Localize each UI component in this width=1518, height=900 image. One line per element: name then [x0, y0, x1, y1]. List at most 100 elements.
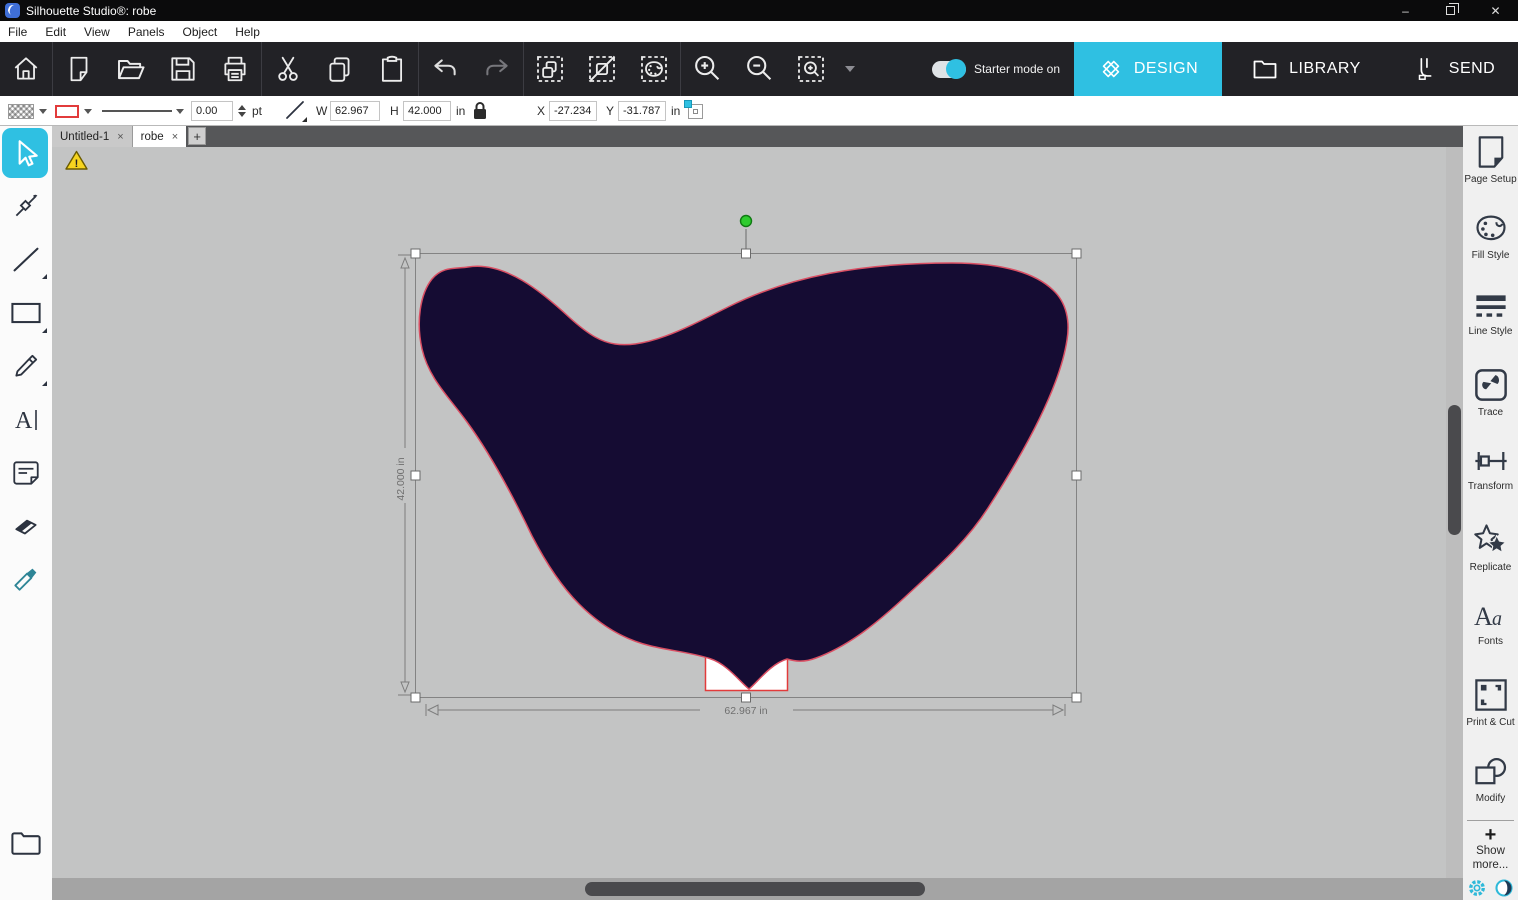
- tab-send-label: SEND: [1449, 60, 1495, 78]
- stroke-width-input[interactable]: [191, 101, 233, 121]
- handle-bottom-right[interactable]: [1072, 693, 1081, 702]
- home-button[interactable]: [0, 42, 52, 96]
- zoom-selection-button[interactable]: [785, 42, 837, 96]
- fill-dropdown-arrow-icon[interactable]: [39, 109, 47, 114]
- height-input[interactable]: [403, 101, 451, 121]
- handle-bottom-center[interactable]: [742, 693, 751, 702]
- line-style-icon: [1473, 290, 1509, 322]
- open-button[interactable]: [105, 42, 157, 96]
- panel-replicate[interactable]: Replicate: [1463, 522, 1518, 573]
- width-input[interactable]: [330, 101, 380, 121]
- panel-line-style[interactable]: Line Style: [1463, 290, 1518, 337]
- line-color-swatch[interactable]: [55, 105, 79, 118]
- menu-view[interactable]: View: [75, 21, 119, 42]
- tab-send[interactable]: SEND: [1390, 42, 1518, 96]
- restore-button[interactable]: [1428, 0, 1473, 21]
- anchor-point-widget[interactable]: [688, 104, 703, 119]
- fill-swatch[interactable]: [8, 104, 34, 119]
- menu-help[interactable]: Help: [226, 21, 269, 42]
- add-tab-button[interactable]: +: [188, 127, 206, 145]
- rectangle-tool-button[interactable]: [4, 291, 48, 335]
- modify-icon: [1472, 755, 1510, 789]
- vertical-scrollbar-thumb[interactable]: [1448, 405, 1461, 535]
- panel-fonts[interactable]: Aa Fonts: [1463, 600, 1518, 647]
- handle-mid-left[interactable]: [411, 471, 420, 480]
- undo-button[interactable]: [419, 42, 471, 96]
- silhouette-logo-icon: [5, 3, 20, 18]
- pencil-tool-button[interactable]: [4, 344, 48, 388]
- text-tool-button[interactable]: A: [4, 398, 48, 442]
- step-up-icon[interactable]: [238, 105, 246, 110]
- menu-file[interactable]: File: [0, 21, 36, 42]
- tab-library[interactable]: LIBRARY: [1222, 42, 1390, 96]
- step-down-icon[interactable]: [238, 112, 246, 117]
- eraser-tool-button[interactable]: [4, 504, 48, 548]
- handle-bottom-left[interactable]: [411, 693, 420, 702]
- x-input[interactable]: [549, 101, 597, 121]
- line-color-dropdown-arrow-icon[interactable]: [84, 109, 92, 114]
- panel-print-cut[interactable]: Print & Cut: [1463, 677, 1518, 728]
- knife-tool-button[interactable]: [4, 557, 48, 601]
- robe-shape[interactable]: [419, 263, 1068, 689]
- tab-design[interactable]: DESIGN: [1074, 42, 1222, 96]
- panel-page-setup[interactable]: Page Setup: [1463, 134, 1518, 185]
- zoom-in-button[interactable]: [681, 42, 733, 96]
- note-tool-button[interactable]: [4, 451, 48, 495]
- handle-mid-right[interactable]: [1072, 471, 1081, 480]
- doc-tab-untitled[interactable]: Untitled-1 ×: [52, 126, 133, 147]
- show-more-button[interactable]: + Show more...: [1463, 826, 1518, 872]
- stroke-width-stepper[interactable]: [238, 96, 246, 126]
- panel-transform[interactable]: Transform: [1463, 445, 1518, 492]
- y-input[interactable]: [618, 101, 666, 121]
- select-all-button[interactable]: [524, 42, 576, 96]
- select-tool-button[interactable]: [2, 128, 48, 178]
- redo-button[interactable]: [471, 42, 523, 96]
- doc-tab-robe[interactable]: robe ×: [133, 126, 186, 147]
- select-by-color-button[interactable]: [628, 42, 680, 96]
- handle-top-center[interactable]: [742, 249, 751, 258]
- lock-ratio-icon[interactable]: [472, 101, 488, 121]
- menu-object[interactable]: Object: [174, 21, 227, 42]
- panel-modify[interactable]: Modify: [1463, 755, 1518, 804]
- handle-top-left[interactable]: [411, 249, 420, 258]
- horizontal-scrollbar-thumb[interactable]: [585, 882, 925, 896]
- paste-button[interactable]: [366, 42, 418, 96]
- doc-tab-close-icon[interactable]: ×: [172, 131, 178, 143]
- page-setup-icon: [1474, 134, 1508, 170]
- close-button[interactable]: ✕: [1473, 0, 1518, 21]
- print-button[interactable]: [209, 42, 261, 96]
- rotate-handle[interactable]: [741, 216, 752, 227]
- copy-button[interactable]: [314, 42, 366, 96]
- line-style-dropdown-arrow-icon[interactable]: [176, 109, 184, 114]
- vertical-scrollbar[interactable]: [1446, 147, 1463, 878]
- design-icon: [1098, 56, 1124, 82]
- knife-tool-icon: [11, 564, 41, 594]
- settings-gear-icon[interactable]: [1467, 878, 1487, 898]
- warning-icon[interactable]: !: [66, 152, 87, 171]
- cut-button[interactable]: [262, 42, 314, 96]
- horizontal-scrollbar[interactable]: [52, 878, 1463, 900]
- starter-mode-toggle[interactable]: [932, 61, 966, 78]
- new-document-button[interactable]: [53, 42, 105, 96]
- doc-tab-close-icon[interactable]: ×: [117, 131, 123, 143]
- point-edit-tool-button[interactable]: [4, 184, 48, 228]
- theme-contrast-icon[interactable]: [1494, 878, 1514, 898]
- panel-trace[interactable]: Trace: [1463, 367, 1518, 418]
- menu-edit[interactable]: Edit: [36, 21, 75, 42]
- menu-panels[interactable]: Panels: [119, 21, 174, 42]
- library-folder-button[interactable]: [4, 821, 48, 865]
- save-button[interactable]: [157, 42, 209, 96]
- line-style-sample[interactable]: [100, 106, 174, 116]
- deselect-all-button[interactable]: [576, 42, 628, 96]
- line-weight-button[interactable]: [282, 96, 308, 124]
- position-unit: in: [671, 104, 680, 118]
- line-tool-button[interactable]: [4, 237, 48, 281]
- design-canvas[interactable]: ! 42.000 in: [52, 147, 1463, 878]
- handle-top-right[interactable]: [1072, 249, 1081, 258]
- zoom-out-button[interactable]: [733, 42, 785, 96]
- show-more-label: Show more...: [1463, 844, 1518, 872]
- zoom-dropdown-arrow-icon[interactable]: [845, 66, 855, 72]
- minimize-button[interactable]: –: [1383, 0, 1428, 21]
- panel-fill-style[interactable]: Fill Style: [1463, 212, 1518, 261]
- panel-label: Line Style: [1469, 326, 1513, 337]
